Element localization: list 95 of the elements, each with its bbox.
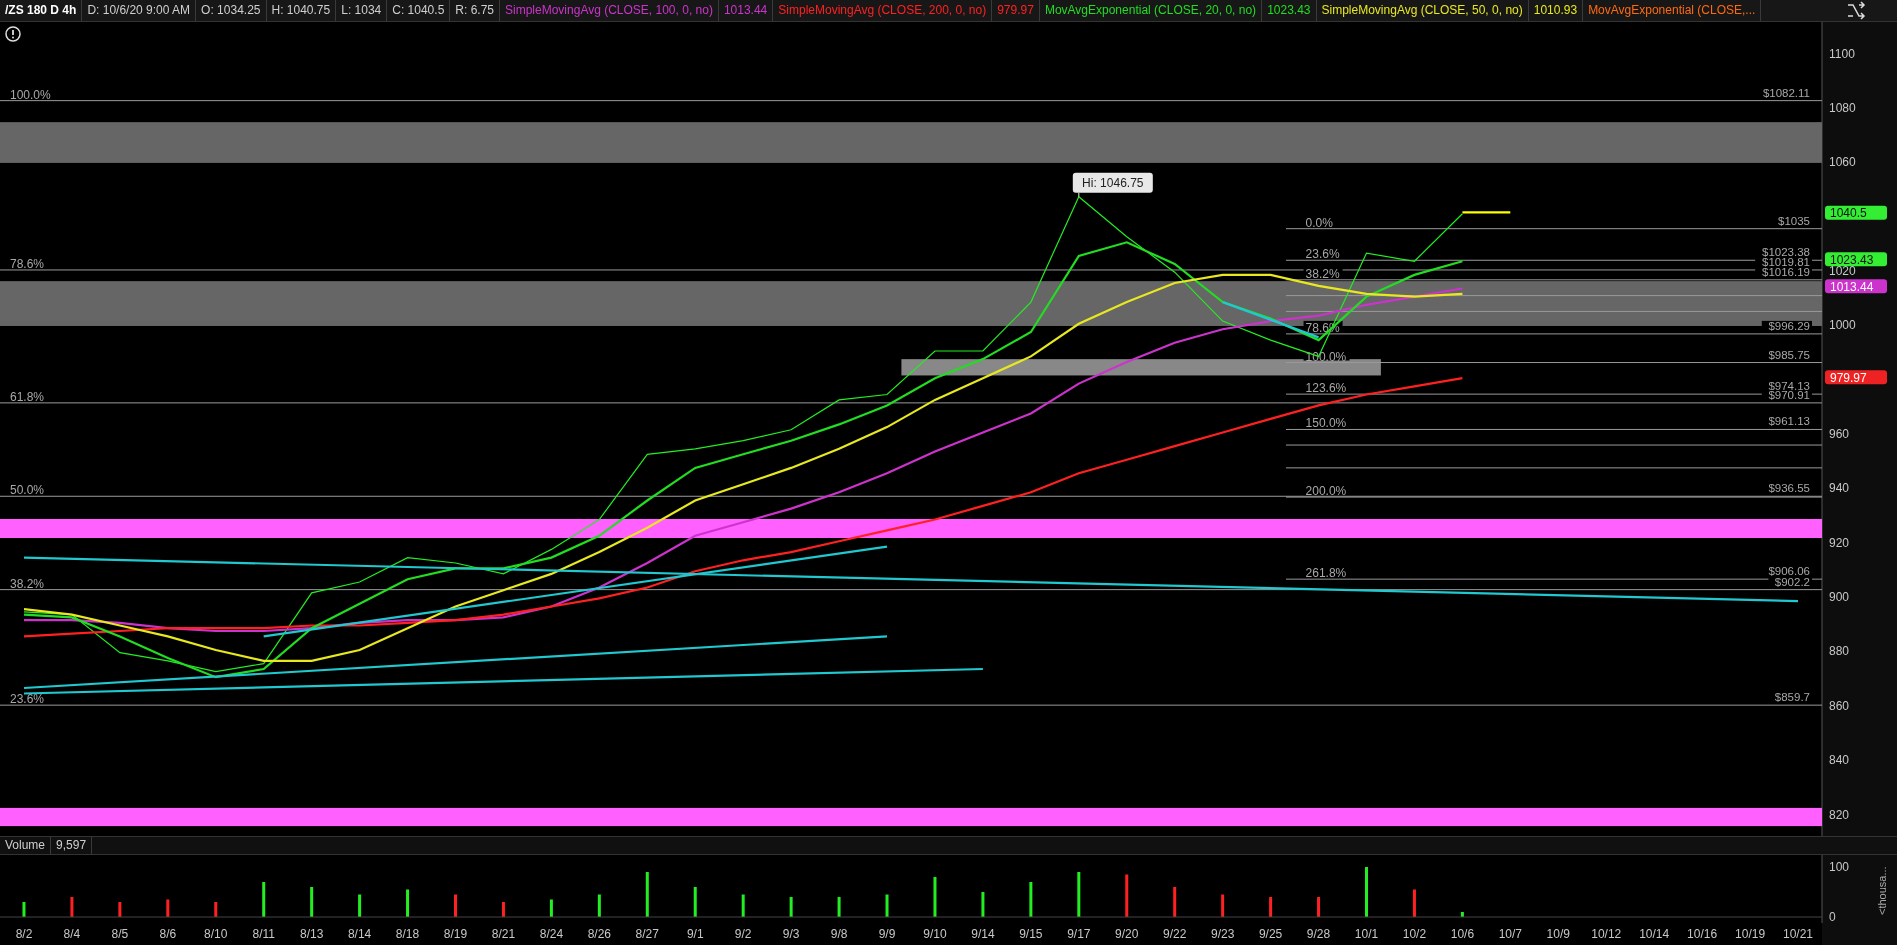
price-badge: 979.97 [1825, 370, 1887, 385]
date-axis-label: 9/14 [971, 927, 995, 941]
date-axis-label: 10/6 [1450, 927, 1475, 941]
date-axis-label: 8/4 [63, 927, 81, 941]
price-level-label: $1082.11 [1762, 86, 1810, 99]
date-axis-label: 8/26 [587, 927, 611, 941]
fib-percent-label: 23.6% [9, 692, 44, 707]
date-axis-label: 10/21 [1783, 927, 1814, 941]
date-axis-label: 8/10 [204, 927, 228, 941]
price-axis-label: 860 [1829, 698, 1850, 713]
price-axis-label: 940 [1829, 481, 1850, 496]
date-axis-label: 8/21 [491, 927, 516, 941]
date-axis-label: 9/23 [1211, 927, 1235, 941]
date-axis-label: 10/19 [1735, 927, 1766, 941]
volume-axis-label: 0 [1829, 910, 1836, 923]
date-axis-label: 9/3 [782, 927, 800, 941]
price-axis-label: 900 [1829, 590, 1850, 605]
price-badge: 1023.43 [1825, 252, 1887, 267]
date-axis-label: 9/10 [923, 927, 947, 941]
price-level-label: $936.55 [1768, 482, 1810, 495]
quote-field: L: 1034 [336, 0, 388, 21]
price-level-label: $1023.38 [1762, 246, 1810, 259]
study-value: 1013.44 [718, 0, 774, 21]
quote-field: R: 6.75 [450, 0, 500, 21]
fib-percent-label: 50.0% [9, 483, 44, 498]
date-axis-label: 8/13 [300, 927, 324, 941]
price-level-label: $902.2 [1774, 575, 1810, 588]
symbol-label: /ZS 180 D 4h [0, 0, 83, 21]
date-axis-label: 9/22 [1163, 927, 1187, 941]
date-axis-label: 10/2 [1402, 927, 1427, 941]
date-axis-label: 10/14 [1639, 927, 1670, 941]
volume-title: Volume [0, 837, 52, 854]
fib-percent-label: 200.0% [1305, 484, 1347, 499]
date-axis-label: 9/2 [734, 927, 752, 941]
date-axis-label: 8/6 [159, 927, 177, 941]
volume-unit-label: <thousa... [1876, 866, 1888, 915]
date-axis-label: 10/16 [1687, 927, 1718, 941]
price-axis-label: 920 [1829, 535, 1850, 550]
fib-percent-label: 78.6% [9, 256, 44, 271]
date-axis-label: 8/5 [111, 927, 129, 941]
volume-reading: 9,597 [51, 837, 93, 854]
date-axis-label: 8/19 [443, 927, 468, 941]
fib-percent-label: 100.0% [1305, 349, 1347, 364]
date-axis-label: 8/27 [635, 927, 659, 941]
price-axis-label: 1100 [1829, 46, 1855, 61]
date-axis-label: 9/25 [1258, 927, 1283, 941]
fib-percent-label: 100.0% [9, 87, 51, 102]
price-axis-label: 840 [1829, 753, 1850, 768]
fib-percent-label: 0.0% [1305, 215, 1333, 230]
price-axis-label: 820 [1829, 807, 1850, 822]
quote-field: H: 1040.75 [266, 0, 337, 21]
date-axis-label: 9/1 [686, 927, 704, 941]
price-level-label: $859.7 [1774, 691, 1810, 704]
date-axis-label: 10/12 [1591, 927, 1622, 941]
study-value: 979.97 [992, 0, 1040, 21]
price-level-label: $961.13 [1768, 415, 1810, 428]
fib-percent-label: 23.6% [1305, 247, 1340, 262]
price-axis-label: 880 [1829, 644, 1850, 659]
date-axis-label: 8/11 [252, 927, 275, 941]
annotation: Hi: 1046.75 [1082, 175, 1144, 190]
date-axis-label: 8/14 [347, 927, 372, 941]
quote-field: D: 10/6/20 9:00 AM [82, 0, 197, 21]
study-value: 1023.43 [1262, 0, 1317, 21]
date-axis-label: 9/15 [1019, 927, 1043, 941]
date-axis-label: 9/8 [830, 927, 848, 941]
date-axis-label: 10/7 [1498, 927, 1522, 941]
date-axis-label: 10/1 [1354, 927, 1379, 941]
price-axis-label: 1000 [1829, 318, 1856, 333]
volume-axis-label: 100 [1829, 860, 1850, 874]
quote-field: O: 1034.25 [196, 0, 267, 21]
price-level-label: $985.75 [1768, 348, 1810, 361]
date-axis-label: 8/18 [395, 927, 420, 941]
fib-percent-label: 123.6% [1305, 381, 1347, 396]
date-axis-label: 9/17 [1067, 927, 1091, 941]
quote-field: C: 1040.5 [387, 0, 451, 21]
date-axis-label: 9/9 [878, 927, 896, 941]
date-axis-label: 9/28 [1306, 927, 1331, 941]
fib-percent-label: 150.0% [1305, 416, 1347, 431]
price-axis-label: 1080 [1829, 100, 1856, 115]
price-level-label: $906.06 [1768, 565, 1810, 578]
price-level-label: $996.29 [1768, 319, 1810, 332]
fib-percent-label: 61.8% [9, 389, 44, 404]
date-axis-label: 8/24 [539, 927, 564, 941]
price-axis-label: 960 [1829, 427, 1850, 442]
date-axis-label: 9/20 [1115, 927, 1139, 941]
date-axis-label: 8/2 [15, 927, 33, 941]
fib-percent-label: 38.2% [1305, 266, 1340, 281]
high-price-callout: Hi: 1046.75 [1072, 172, 1153, 198]
price-badge: 1013.44 [1825, 279, 1887, 294]
price-level-label: $1035 [1778, 214, 1810, 227]
date-axis-label: 10/9 [1546, 927, 1570, 941]
fib-percent-label: 38.2% [9, 576, 44, 591]
price-axis-label: 1060 [1829, 155, 1856, 170]
study-value: 1010.93 [1528, 0, 1584, 21]
fib-percent-label: 261.8% [1305, 566, 1347, 581]
